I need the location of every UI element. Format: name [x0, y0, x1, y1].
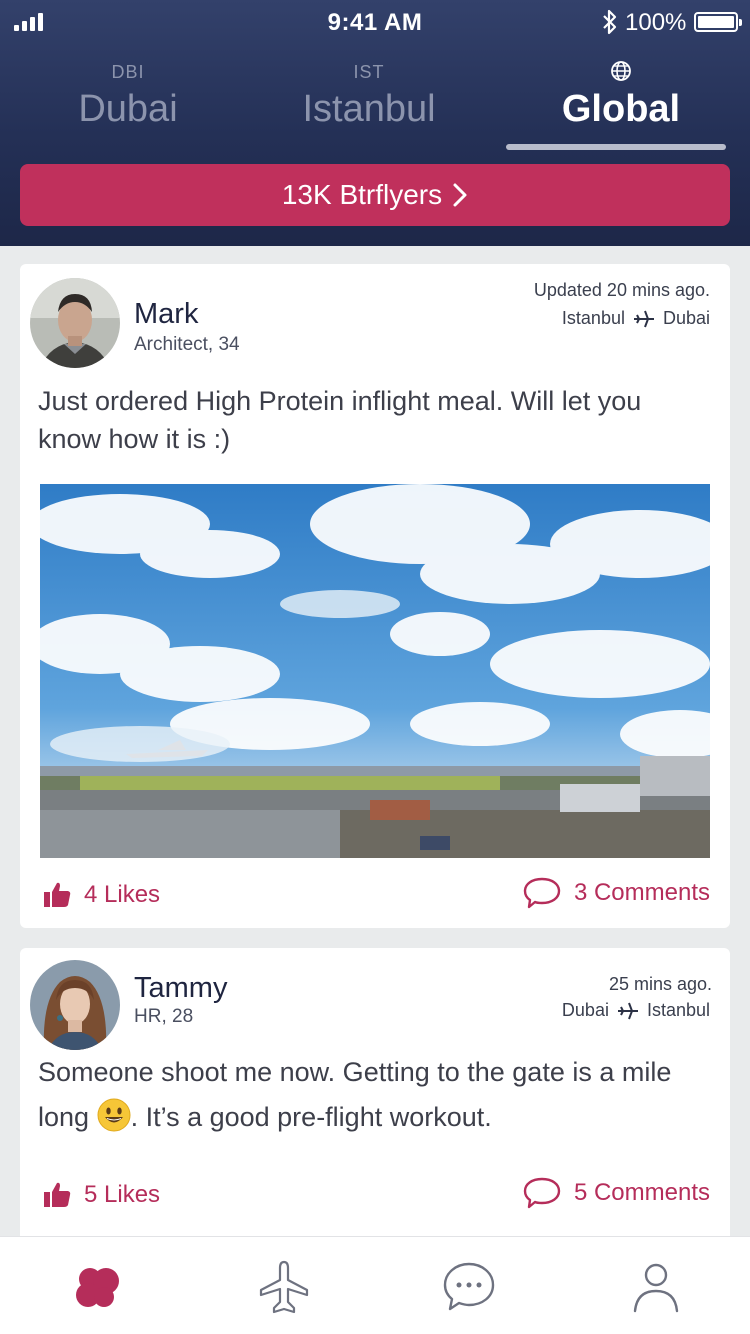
city-name: Global [561, 88, 681, 130]
post-card[interactable]: Mark Architect, 34 Updated 20 mins ago. … [20, 264, 730, 928]
chevron-right-icon [453, 183, 467, 207]
status-bar: 9:41 AM 100% [0, 0, 750, 44]
battery-icon [694, 12, 742, 32]
btrflyers-label: 13K Btrflyers [281, 179, 443, 210]
route-to: Dubai [662, 308, 710, 328]
avatar[interactable] [30, 960, 120, 1050]
like-button[interactable]: 5 Likes [42, 1180, 160, 1210]
likes-count: 5 Likes [84, 1181, 161, 1208]
post-text: Just ordered High Protein inflight meal.… [38, 386, 642, 454]
comments-count: 3 Comments [573, 879, 710, 906]
tab-istanbul[interactable]: IST Istanbul [259, 60, 479, 131]
header: 9:41 AM 100% DBI Dubai IST Istanbul Glob… [0, 0, 750, 246]
thumbs-up-icon [44, 882, 71, 907]
tab-flights[interactable] [254, 1257, 314, 1317]
airplane-icon [617, 1002, 638, 1019]
route-from: Dubai [561, 1000, 609, 1020]
flight-route: Dubai Istanbul [562, 1000, 710, 1021]
city-code: DBI [111, 62, 145, 82]
user-name[interactable]: Tammy [134, 972, 227, 1005]
user-name[interactable]: Mark [134, 298, 198, 331]
bluetooth-icon [603, 9, 617, 35]
likes-count: 4 Likes [84, 881, 161, 908]
airplane-icon [633, 310, 654, 327]
tab-profile[interactable] [626, 1257, 686, 1317]
city-name: Istanbul [302, 88, 436, 130]
route-from: Istanbul [561, 308, 625, 328]
btrflyers-button[interactable]: 13K Btrflyers [20, 164, 730, 226]
airplane-icon [259, 1260, 309, 1314]
city-name: Dubai [78, 88, 178, 130]
tab-global[interactable]: Global [511, 60, 731, 131]
thumbs-up-icon [44, 1182, 71, 1207]
smiley-emoji-icon [97, 1098, 131, 1132]
comments-button[interactable]: 3 Comments [522, 876, 710, 910]
chat-icon [443, 1262, 495, 1311]
post-photo[interactable] [40, 484, 710, 858]
tab-dubai[interactable]: DBI Dubai [18, 60, 238, 131]
like-button[interactable]: 4 Likes [42, 880, 160, 910]
tab-bar [0, 1236, 750, 1334]
avatar-image [30, 278, 120, 368]
route-to: Istanbul [646, 1000, 710, 1020]
post-text: Someone shoot me now. Getting to the gat… [38, 1050, 710, 1140]
comment-bubble-icon [523, 877, 561, 909]
globe-icon-wrap [511, 60, 731, 84]
globe-icon [611, 61, 631, 81]
battery-percent: 100% [625, 9, 687, 36]
post-card[interactable]: Tammy HR, 28 25 mins ago. Dubai Istanbul… [20, 948, 730, 1248]
updated-time: 25 mins ago. [608, 974, 712, 994]
profile-icon [633, 1263, 679, 1313]
comments-count: 5 Comments [573, 1179, 710, 1206]
flight-route: Istanbul Dubai [562, 308, 710, 329]
avatar[interactable] [30, 278, 120, 368]
city-tabs: DBI Dubai IST Istanbul Global [0, 60, 750, 160]
comments-button[interactable]: 5 Comments [522, 1176, 710, 1210]
updated-time: Updated 20 mins ago. [533, 280, 710, 300]
airport-sky-photo [40, 484, 710, 858]
city-code: IST [353, 62, 385, 82]
tab-home[interactable] [68, 1257, 128, 1317]
tab-chat[interactable] [439, 1257, 499, 1317]
active-tab-indicator [506, 144, 726, 150]
user-subtitle: HR, 28 [134, 1006, 194, 1027]
avatar-image [30, 960, 120, 1050]
user-subtitle: Architect, 34 [134, 334, 240, 355]
butterfly-home-icon [76, 1268, 119, 1307]
post-text-part: . It’s a good pre-flight workout. [130, 1102, 492, 1132]
comment-bubble-icon [523, 1177, 561, 1209]
